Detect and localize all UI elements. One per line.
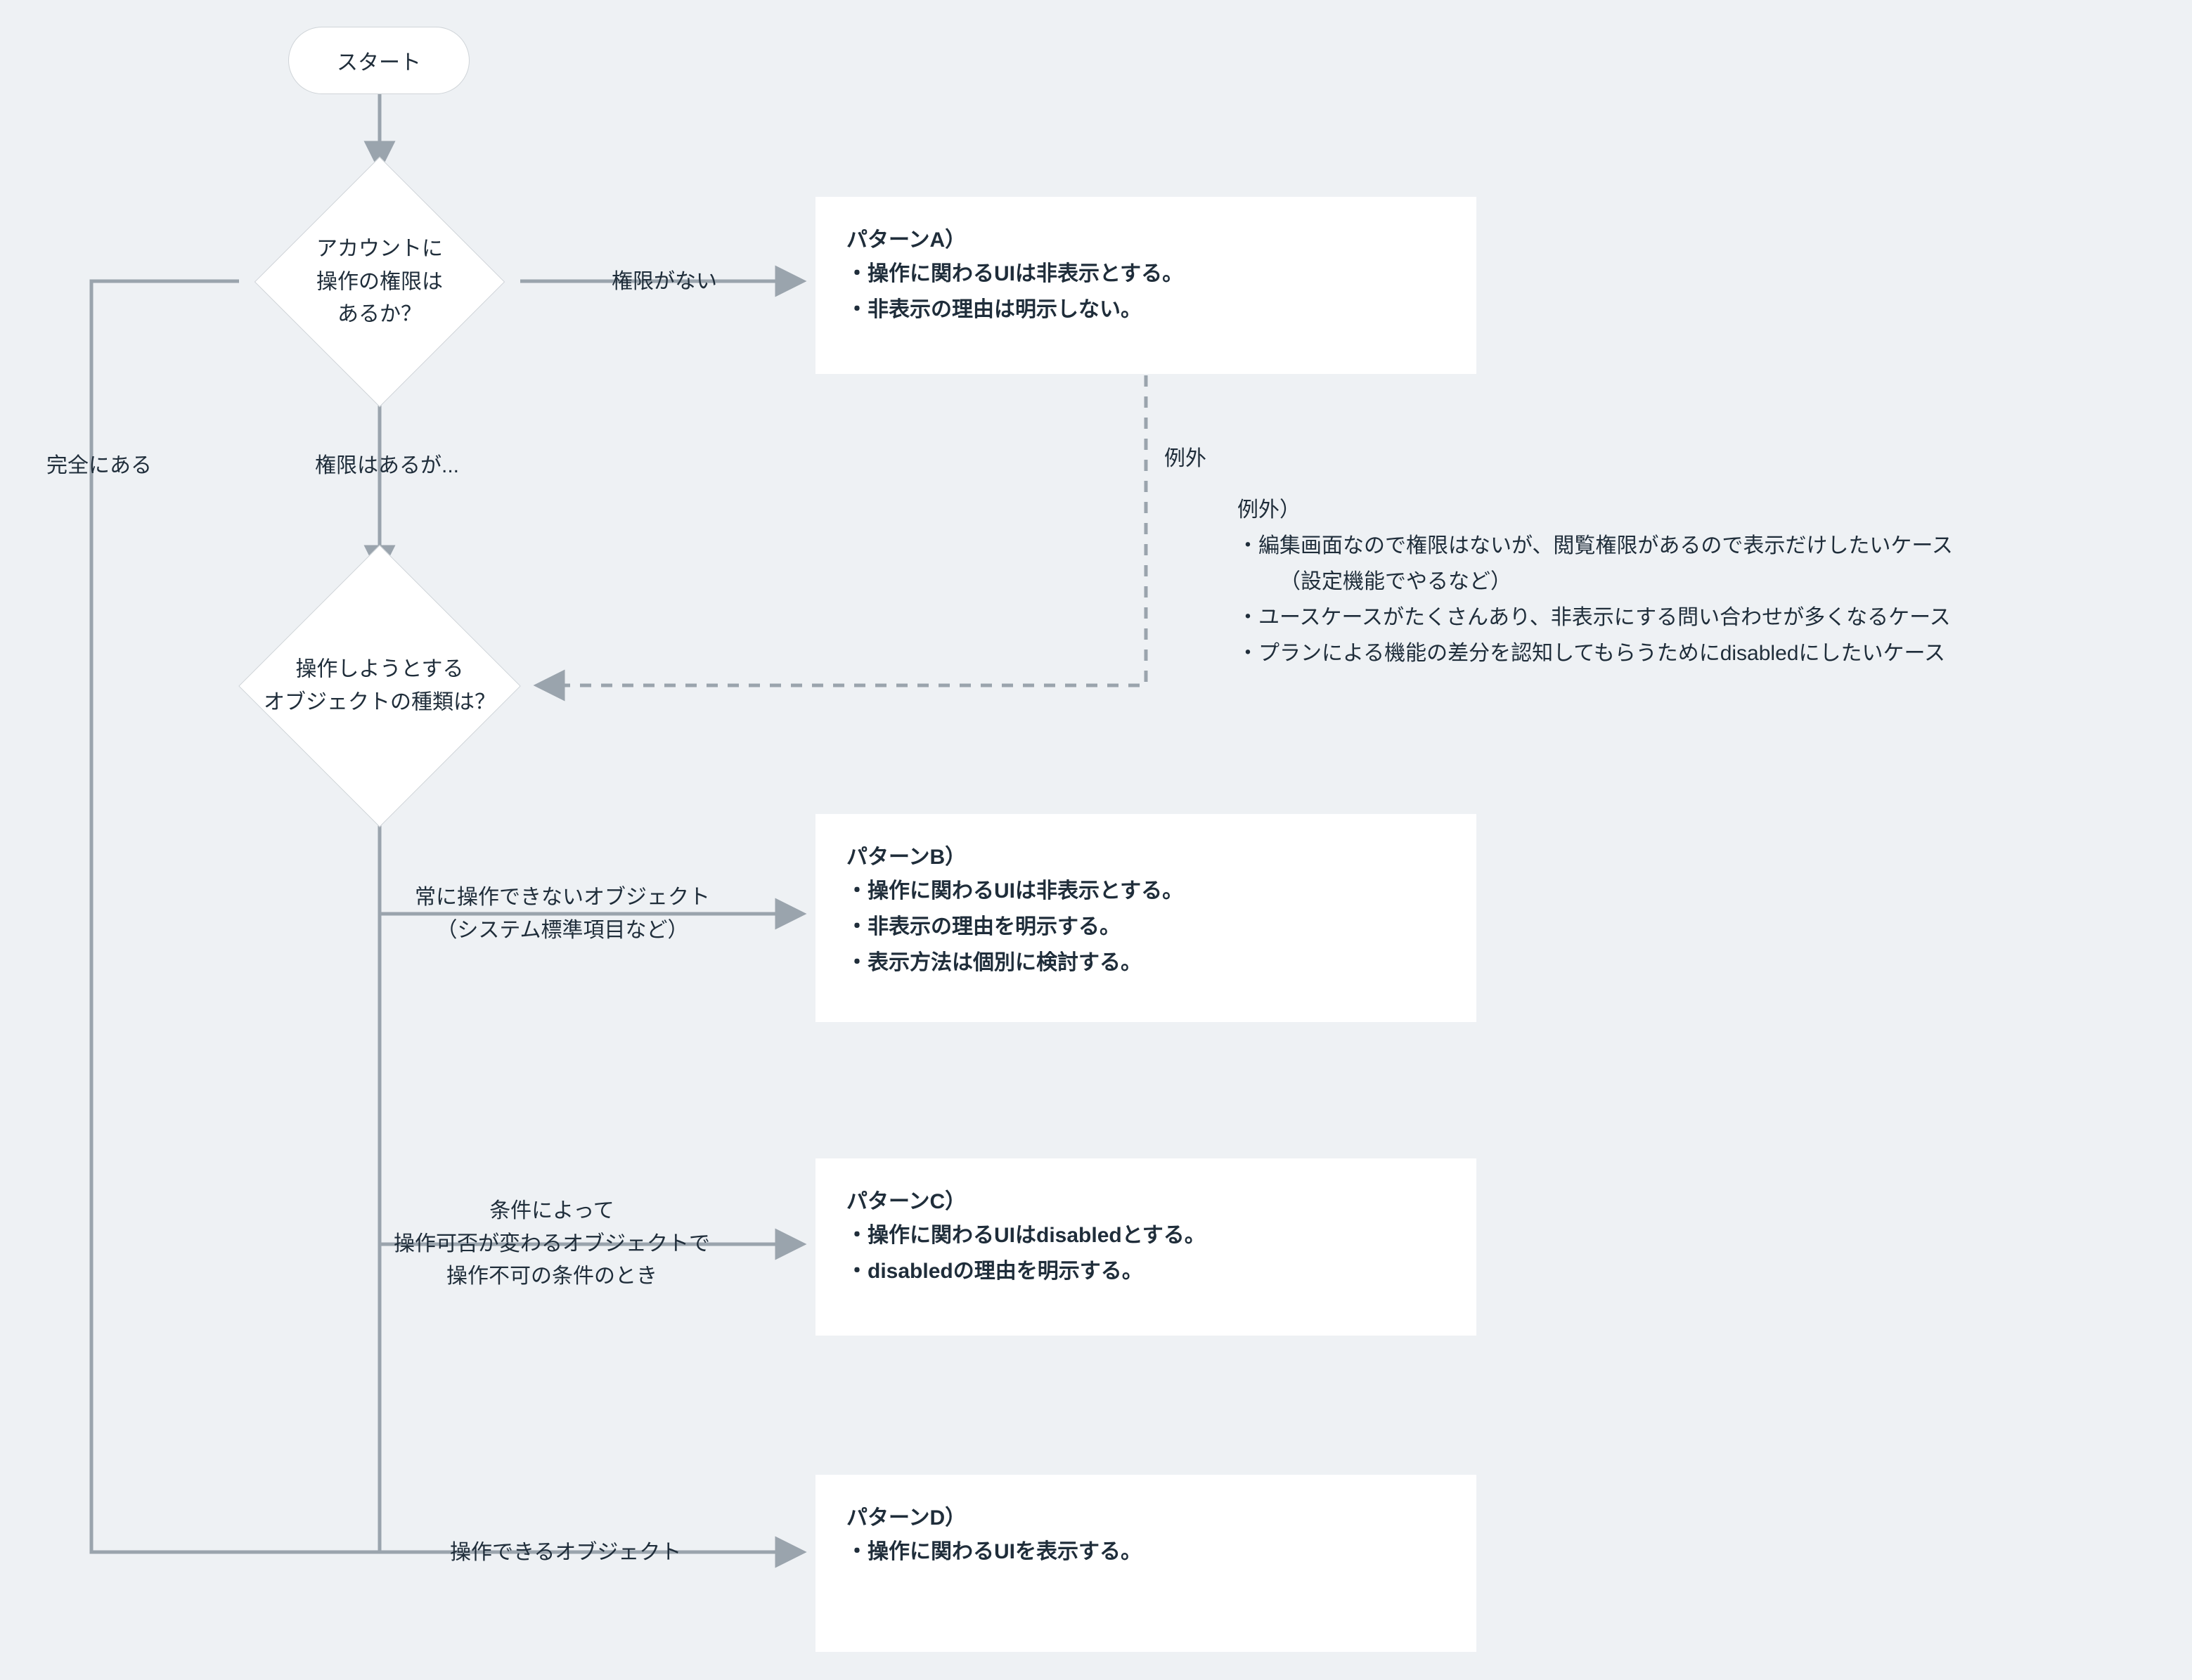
edge-label-conditional: 条件によって 操作可否が変わるオブジェクトで 操作不可の条件のとき — [394, 1195, 710, 1293]
pattern-b-line-1: ・操作に関わるUIは非表示とする。 — [846, 873, 1445, 909]
exception-note-line-1b: （設定機能でやるなど） — [1237, 564, 2165, 600]
edge-label-always-disabled: 常に操作できないオブジェクト （システム標準項目など） — [415, 881, 710, 947]
pattern-a-line-2: ・非表示の理由は明示しない。 — [846, 292, 1445, 328]
exception-note-line-2: ・ユースケースがたくさんあり、非表示にする問い合わせが多くなるケース — [1237, 600, 2165, 635]
exception-note: 例外） ・編集画面なので権限はないが、閲覧権限があるので表示だけしたいケース （… — [1237, 492, 2165, 671]
pattern-c-line-2: ・disabledの理由を明示する。 — [846, 1253, 1445, 1289]
edge-label-fully-has: 完全にある — [46, 450, 152, 483]
pattern-b-title: パターンB） — [846, 839, 1445, 870]
flowchart-canvas: スタート アカウントに 操作の権限は あるか？ 操作しようとする オブジェクトの… — [0, 0, 2192, 1680]
edge-label-no-permission: 権限がない — [612, 266, 717, 299]
pattern-a-card: パターンA） ・操作に関わるUIは非表示とする。 ・非表示の理由は明示しない。 — [815, 197, 1476, 374]
exception-note-title: 例外） — [1237, 492, 2165, 528]
decision-account-permission: アカウントに 操作の権限は あるか？ — [239, 167, 520, 396]
pattern-d-title: パターンD） — [846, 1500, 1445, 1531]
exception-note-line-3: ・プランによる機能の差分を認知してもらうためにdisabledにしたいケース — [1237, 635, 2165, 671]
pattern-c-title: パターンC） — [846, 1184, 1445, 1215]
edge-label-has-but: 権限はあるが... — [315, 450, 459, 483]
decision1-label: アカウントに 操作の権限は あるか？ — [316, 233, 443, 331]
decision-object-type: 操作しようとする オブジェクトの種類は？ — [221, 571, 539, 801]
pattern-a-title: パターンA） — [846, 222, 1445, 253]
decision2-label: 操作しようとする オブジェクトの種類は？ — [264, 654, 496, 719]
pattern-d-line-1: ・操作に関わるUIを表示する。 — [846, 1534, 1445, 1570]
start-label: スタート — [337, 45, 421, 76]
pattern-d-card: パターンD） ・操作に関わるUIを表示する。 — [815, 1475, 1476, 1652]
pattern-a-line-1: ・操作に関わるUIは非表示とする。 — [846, 256, 1445, 292]
edge-label-exception: 例外 — [1164, 443, 1206, 476]
pattern-b-card: パターンB） ・操作に関わるUIは非表示とする。 ・非表示の理由を明示する。 ・… — [815, 814, 1476, 1022]
edge-label-operable: 操作できるオブジェクト — [450, 1537, 681, 1570]
exception-note-line-1: ・編集画面なので権限はないが、閲覧権限があるので表示だけしたいケース — [1237, 528, 2165, 564]
pattern-b-line-3: ・表示方法は個別に検討する。 — [846, 945, 1445, 981]
start-node: スタート — [288, 27, 470, 94]
pattern-b-line-2: ・非表示の理由を明示する。 — [846, 909, 1445, 945]
pattern-c-line-1: ・操作に関わるUIはdisabledとする。 — [846, 1217, 1445, 1253]
pattern-c-card: パターンC） ・操作に関わるUIはdisabledとする。 ・disabledの… — [815, 1158, 1476, 1336]
